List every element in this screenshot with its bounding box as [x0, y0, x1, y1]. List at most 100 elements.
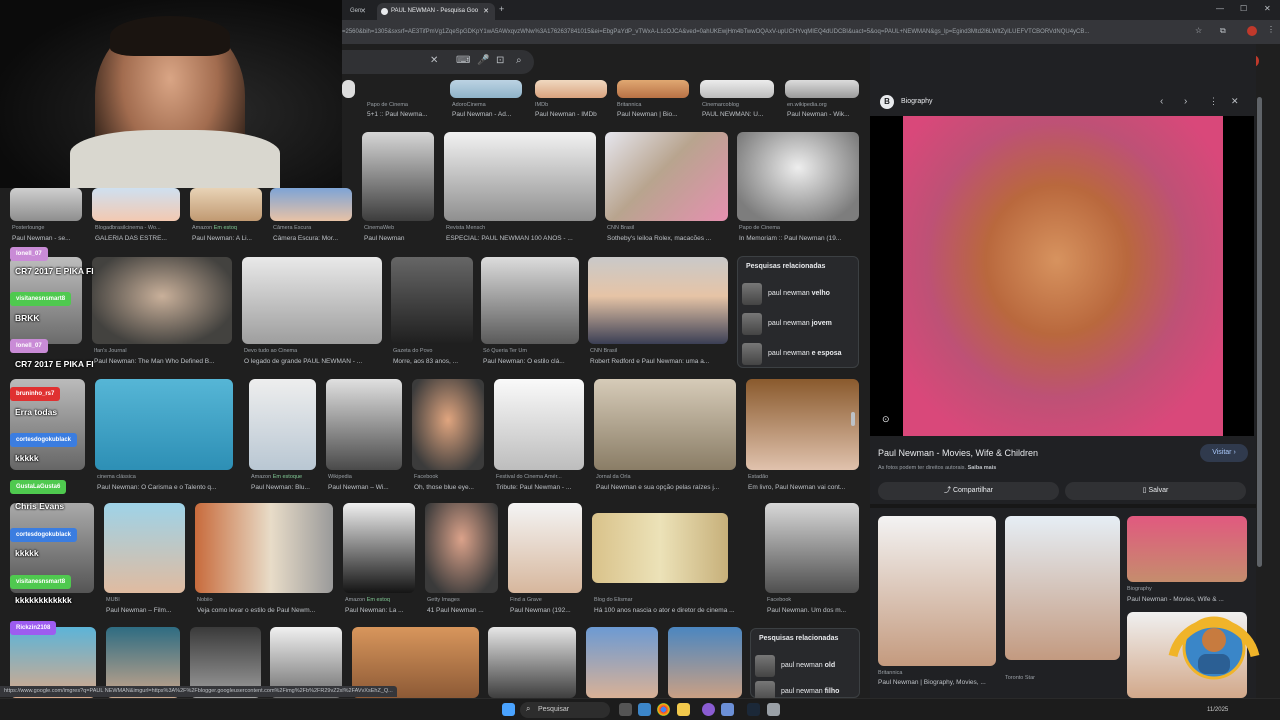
result-caption[interactable]: PAUL NEWMAN: U... — [702, 111, 780, 118]
windows-start-icon[interactable] — [502, 703, 515, 716]
image-result[interactable] — [326, 379, 402, 470]
image-result[interactable] — [592, 513, 728, 583]
image-result[interactable] — [737, 132, 859, 221]
result-caption[interactable]: Veja como levar o estilo de Paul Newm... — [197, 607, 335, 614]
result-caption[interactable]: Em livro, Paul Newman vai cont... — [748, 484, 860, 491]
result-caption[interactable]: Paul Newman - IMDb — [535, 111, 613, 118]
image-result[interactable] — [508, 503, 582, 593]
result-caption[interactable]: Tribute: Paul Newman - ... — [496, 484, 586, 491]
image-result[interactable] — [444, 132, 596, 221]
app-icon[interactable] — [721, 703, 734, 716]
result-caption[interactable]: Paul Newman – Wi... — [328, 484, 404, 491]
image-result[interactable] — [10, 188, 82, 221]
image-result[interactable] — [488, 627, 576, 698]
related-search-item[interactable]: paul newman velho — [742, 281, 854, 307]
lens-icon[interactable]: ⊡ — [496, 55, 504, 66]
image-result[interactable] — [617, 80, 689, 98]
page-scrollbar[interactable] — [1257, 97, 1262, 567]
panel-site-name[interactable]: Biography — [901, 98, 933, 105]
result-caption[interactable]: Paul Newman - Wik... — [787, 111, 865, 118]
share-button[interactable]: ⤴ Compartilhar — [878, 482, 1059, 500]
result-caption[interactable]: Robert Redford e Paul Newman: uma a... — [590, 358, 730, 365]
image-result[interactable] — [343, 503, 415, 593]
result-caption[interactable]: Oh, those blue eye... — [414, 484, 486, 491]
image-result[interactable] — [342, 80, 355, 98]
close-icon[interactable]: ✕ — [483, 3, 489, 20]
app-icon[interactable] — [702, 703, 715, 716]
clear-search-icon[interactable]: ✕ — [430, 55, 438, 66]
save-button[interactable]: ▯ Salvar — [1065, 482, 1246, 500]
result-caption[interactable]: GALERIA DAS ESTRE... — [95, 235, 180, 242]
image-result[interactable] — [481, 257, 579, 344]
related-search-item[interactable]: paul newman e esposa — [742, 341, 854, 367]
image-result[interactable] — [425, 503, 498, 593]
image-result[interactable] — [700, 80, 774, 98]
related-caption[interactable]: Paul Newman | Biography, Movies, ... — [878, 679, 996, 686]
image-result[interactable] — [249, 379, 316, 470]
image-result[interactable] — [190, 188, 262, 221]
result-caption[interactable]: Paul Newman (192... — [510, 607, 584, 614]
result-caption[interactable]: ESPECIAL: PAUL NEWMAN 100 ANOS - ... — [446, 235, 596, 242]
result-caption[interactable]: Paul Newman: The Man Who Defined B... — [94, 358, 234, 365]
image-result[interactable] — [594, 379, 736, 470]
preview-image[interactable] — [903, 116, 1223, 436]
more-options-icon[interactable]: ⋮ — [1209, 96, 1218, 107]
previous-icon[interactable]: ‹ — [1160, 96, 1163, 107]
close-window-icon[interactable]: ✕ — [1264, 4, 1271, 13]
related-image[interactable] — [1127, 516, 1247, 582]
result-caption[interactable]: In Memoriam :: Paul Newman (19... — [739, 235, 859, 242]
result-caption[interactable]: Paul Newman: O estilo clá... — [483, 358, 579, 365]
related-image[interactable] — [878, 516, 996, 666]
image-result[interactable] — [104, 503, 185, 593]
bookmark-star-icon[interactable]: ☆ — [1195, 26, 1202, 35]
visit-button[interactable]: Visitar › — [1200, 444, 1248, 462]
result-caption[interactable]: Paul Newman e sua opção pelas raízes j..… — [596, 484, 738, 491]
search-box[interactable]: ✕ ⌨ 🎤 ⊡ ⌕ — [342, 50, 534, 74]
related-search-item[interactable]: paul newman old — [755, 653, 855, 679]
image-result[interactable] — [605, 132, 728, 221]
result-caption[interactable]: Sotheby's leiloa Rolex, macacões ... — [607, 235, 727, 242]
keyboard-icon[interactable]: ⌨ — [456, 55, 470, 66]
close-panel-icon[interactable]: ✕ — [1231, 96, 1239, 107]
result-caption[interactable]: 41 Paul Newman ... — [427, 607, 499, 614]
image-result[interactable] — [92, 188, 180, 221]
image-result[interactable] — [195, 503, 333, 593]
chrome-icon[interactable] — [657, 703, 670, 716]
result-caption[interactable]: Paul Newman - Ad... — [452, 111, 532, 118]
image-result[interactable] — [765, 503, 859, 593]
tab-google-search[interactable]: PAUL NEWMAN - Pesquisa Goo ✕ — [377, 3, 495, 20]
task-view-icon[interactable] — [619, 703, 632, 716]
result-caption[interactable]: Morre, aos 83 anos, ... — [393, 358, 475, 365]
profile-avatar[interactable] — [1247, 26, 1257, 36]
related-search-item[interactable]: paul newman filho — [755, 679, 855, 698]
close-icon[interactable]: ✕ — [360, 3, 366, 20]
grid-scrollbar-thumb[interactable] — [851, 412, 855, 426]
maximize-icon[interactable]: ☐ — [1240, 4, 1247, 13]
image-result[interactable] — [391, 257, 473, 344]
result-caption[interactable]: Paul Newman: Blu... — [251, 484, 321, 491]
file-explorer-icon[interactable] — [677, 703, 690, 716]
result-caption[interactable]: Paul Newman | Bio... — [617, 111, 695, 118]
result-caption[interactable]: O legado de grande PAUL NEWMAN - ... — [244, 358, 384, 365]
image-result[interactable] — [785, 80, 859, 98]
image-result[interactable] — [586, 627, 658, 698]
widgets-icon[interactable] — [638, 703, 651, 716]
extensions-icon[interactable]: ⧉ — [1220, 26, 1226, 36]
result-caption[interactable]: Paul Newman: La ... — [345, 607, 417, 614]
result-caption[interactable]: Paul Newman. Um dos m... — [767, 607, 861, 614]
image-result[interactable] — [746, 379, 859, 470]
image-result[interactable] — [412, 379, 484, 470]
related-search-item[interactable]: paul newman jovem — [742, 311, 854, 337]
result-caption[interactable]: Há 100 anos nascia o ator e diretor de c… — [594, 607, 759, 614]
menu-kebab-icon[interactable]: ⋮ — [1267, 25, 1275, 34]
image-result[interactable] — [270, 188, 352, 221]
result-caption[interactable]: Paul Newman: A Li... — [192, 235, 262, 242]
steam-icon[interactable] — [747, 703, 760, 716]
result-caption[interactable]: Paul Newman - se... — [12, 235, 80, 242]
app-icon[interactable] — [767, 703, 780, 716]
voice-search-icon[interactable]: 🎤 — [477, 55, 489, 66]
image-result[interactable] — [242, 257, 382, 344]
image-result[interactable] — [450, 80, 522, 98]
result-caption[interactable]: Câmera Escura: Mor... — [273, 235, 351, 242]
taskbar-search[interactable]: ⌕ Pesquisar — [520, 702, 610, 718]
